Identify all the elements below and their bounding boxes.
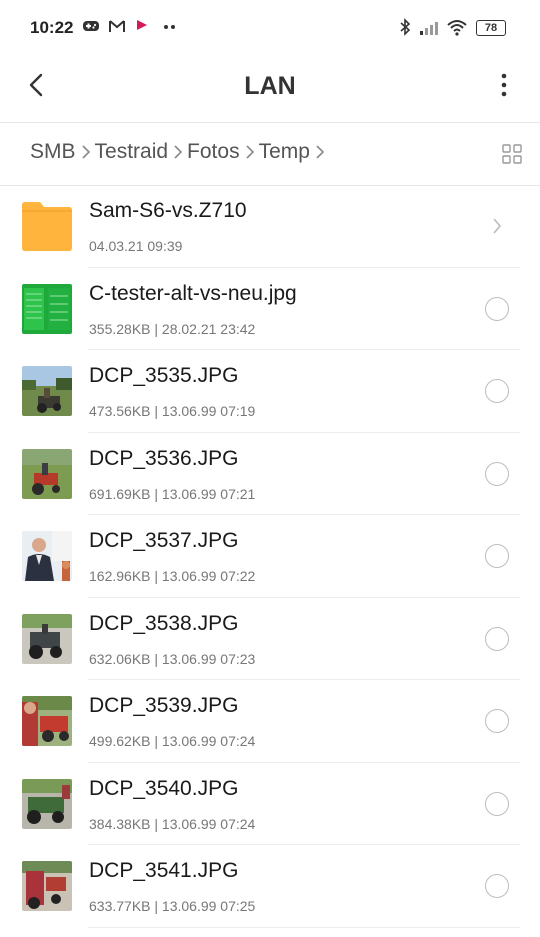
file-row[interactable]: DCP_3536.JPG 691.69KB | 13.06.99 07:21	[0, 433, 540, 516]
gamepad-icon	[83, 21, 99, 31]
file-meta: 162.96KB | 13.06.99 07:22	[89, 568, 256, 584]
select-radio[interactable]	[485, 461, 509, 486]
select-radio[interactable]	[485, 874, 509, 898]
file-meta: 04.03.21 09:39	[89, 238, 183, 254]
page-title: LAN	[244, 72, 296, 100]
image-thumbnail	[22, 531, 72, 581]
select-radio[interactable]	[485, 379, 509, 403]
battery-level: 78	[484, 22, 498, 34]
file-name: DCP_3536.JPG	[89, 446, 239, 470]
bluetooth-icon	[400, 18, 411, 36]
select-radio[interactable]	[485, 544, 509, 568]
file-name: DCP_3540.JPG	[89, 776, 239, 800]
select-radio[interactable]	[485, 296, 509, 321]
wifi-icon	[447, 20, 467, 36]
chevron-right-icon	[174, 145, 183, 159]
select-radio[interactable]	[485, 791, 509, 816]
file-row[interactable]: DCP_3538.JPG 632.06KB | 13.06.99 07:23	[0, 598, 540, 681]
file-meta: 384.38KB | 13.06.99 07:24	[89, 815, 256, 832]
file-row[interactable]: DCP_3540.JPG 384.38KB | 13.06.99 07:24	[0, 763, 540, 846]
file-meta: 355.28KB | 28.02.21 23:42	[89, 320, 256, 337]
file-name: C-tester-alt-vs-neu.jpg	[89, 281, 297, 305]
more-dots-icon	[164, 25, 175, 29]
chevron-right-icon	[246, 145, 254, 159]
breadcrumb-item-smb[interactable]: SMB	[30, 140, 76, 164]
status-bar: 10:22 78	[0, 0, 540, 56]
file-row[interactable]: C-tester-alt-vs-neu.jpg 355.28KB | 28.02…	[0, 268, 540, 351]
file-name: DCP_3537.JPG	[89, 529, 239, 552]
breadcrumb-item-fotos[interactable]: Fotos	[187, 140, 240, 164]
image-thumbnail	[22, 861, 72, 911]
breadcrumb: SMB Testraid Fotos Temp	[0, 122, 540, 186]
breadcrumb-item-testraid[interactable]: Testraid	[95, 140, 169, 164]
gmail-icon	[109, 20, 125, 32]
app-bar: LAN	[0, 56, 540, 122]
chevron-right-icon	[316, 145, 325, 159]
file-meta: 473.56KB | 13.06.99 07:19	[89, 403, 256, 419]
more-options-icon[interactable]	[494, 70, 514, 100]
file-name: Sam-S6-vs.Z710	[89, 199, 247, 222]
breadcrumb-item-temp[interactable]: Temp	[259, 140, 310, 164]
file-meta: 691.69KB | 13.06.99 07:21	[89, 485, 256, 502]
image-thumbnail	[22, 696, 72, 746]
file-list: Sam-S6-vs.Z710 04.03.21 09:39 C-tester-a…	[0, 185, 540, 928]
image-thumbnail	[22, 448, 72, 499]
battery-icon: 78	[476, 20, 506, 36]
file-name: DCP_3539.JPG	[89, 694, 239, 717]
image-thumbnail	[22, 778, 72, 829]
image-thumbnail	[22, 283, 72, 334]
image-thumbnail	[22, 613, 72, 664]
chevron-right-icon	[493, 218, 502, 234]
file-meta: 633.77KB | 13.06.99 07:25	[89, 898, 256, 914]
select-radio[interactable]	[485, 709, 509, 733]
flag-icon	[137, 20, 147, 30]
file-row[interactable]: DCP_3541.JPG 633.77KB | 13.06.99 07:25	[0, 845, 540, 928]
file-meta: 499.62KB | 13.06.99 07:24	[89, 733, 256, 749]
file-name: DCP_3538.JPG	[89, 611, 239, 635]
file-row[interactable]: DCP_3537.JPG 162.96KB | 13.06.99 07:22	[0, 515, 540, 598]
file-row[interactable]: DCP_3539.JPG 499.62KB | 13.06.99 07:24	[0, 680, 540, 763]
file-name: DCP_3541.JPG	[89, 859, 239, 882]
file-name: DCP_3535.JPG	[89, 364, 239, 387]
chevron-right-icon	[81, 145, 90, 159]
select-radio[interactable]	[485, 626, 509, 651]
image-thumbnail	[22, 366, 72, 416]
file-meta: 632.06KB | 13.06.99 07:23	[89, 650, 256, 667]
folder-icon	[22, 202, 72, 251]
file-row[interactable]: DCP_3535.JPG 473.56KB | 13.06.99 07:19	[0, 350, 540, 433]
folder-row[interactable]: Sam-S6-vs.Z710 04.03.21 09:39	[0, 185, 540, 268]
grid-view-icon[interactable]	[502, 144, 522, 164]
status-time: 10:22	[30, 18, 74, 37]
signal-icon	[420, 22, 438, 35]
